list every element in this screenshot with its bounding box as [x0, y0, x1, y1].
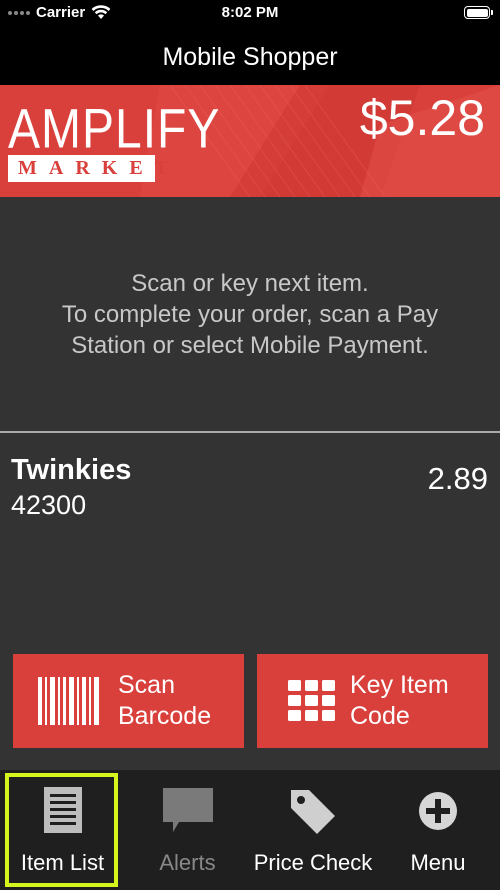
tab-item-list-label: Item List — [20, 850, 105, 875]
scan-barcode-button[interactable]: Scan Barcode — [13, 654, 244, 748]
tab-menu[interactable]: Menu — [376, 770, 500, 890]
plus-circle-icon — [376, 786, 500, 831]
tab-item-list[interactable]: Item List — [5, 770, 120, 890]
logo-amplify: AMPLIFY — [8, 99, 221, 161]
status-time: 8:02 PM — [221, 4, 279, 21]
key-item-code-button[interactable]: Key Item Code — [257, 654, 488, 748]
barcode-icon — [38, 677, 100, 725]
item-price: 2.89 — [427, 461, 488, 496]
list-icon — [5, 786, 120, 834]
item-name: Twinkies — [11, 454, 132, 486]
tab-bar: Item List Alerts Price Check Menu — [0, 770, 500, 890]
instruction-text: Scan or key next item. To complete your … — [62, 268, 438, 361]
tab-alerts[interactable]: Alerts — [125, 770, 250, 890]
tab-menu-label: Menu — [410, 850, 466, 875]
key-item-code-label: Key Item Code — [350, 671, 449, 730]
divider — [0, 431, 500, 433]
nav-title: Mobile Shopper — [0, 30, 500, 85]
order-total: $5.28 — [359, 90, 485, 146]
status-bar: Carrier 8:02 PM — [0, 0, 500, 30]
instruction-line-1: Scan or key next item. — [131, 269, 369, 297]
instruction-line-2: To complete your order, scan a Pay — [61, 300, 439, 328]
instruction-line-3: Station or select Mobile Payment. — [71, 331, 429, 359]
keypad-icon — [288, 680, 336, 722]
tab-price-check[interactable]: Price Check — [250, 770, 376, 890]
store-banner: AMPLIFY MARKET $5.28 — [0, 85, 500, 197]
scan-barcode-label: Scan Barcode — [118, 671, 212, 730]
battery-icon — [464, 6, 493, 19]
tab-alerts-label: Alerts — [159, 850, 216, 875]
item-code: 42300 — [11, 490, 87, 520]
price-tag-icon — [250, 786, 376, 834]
logo-market: MARKET — [8, 155, 168, 182]
chat-bubble-icon — [125, 786, 250, 834]
instruction-message: Scan or key next item. To complete your … — [0, 197, 500, 431]
tab-price-check-label: Price Check — [253, 850, 373, 875]
